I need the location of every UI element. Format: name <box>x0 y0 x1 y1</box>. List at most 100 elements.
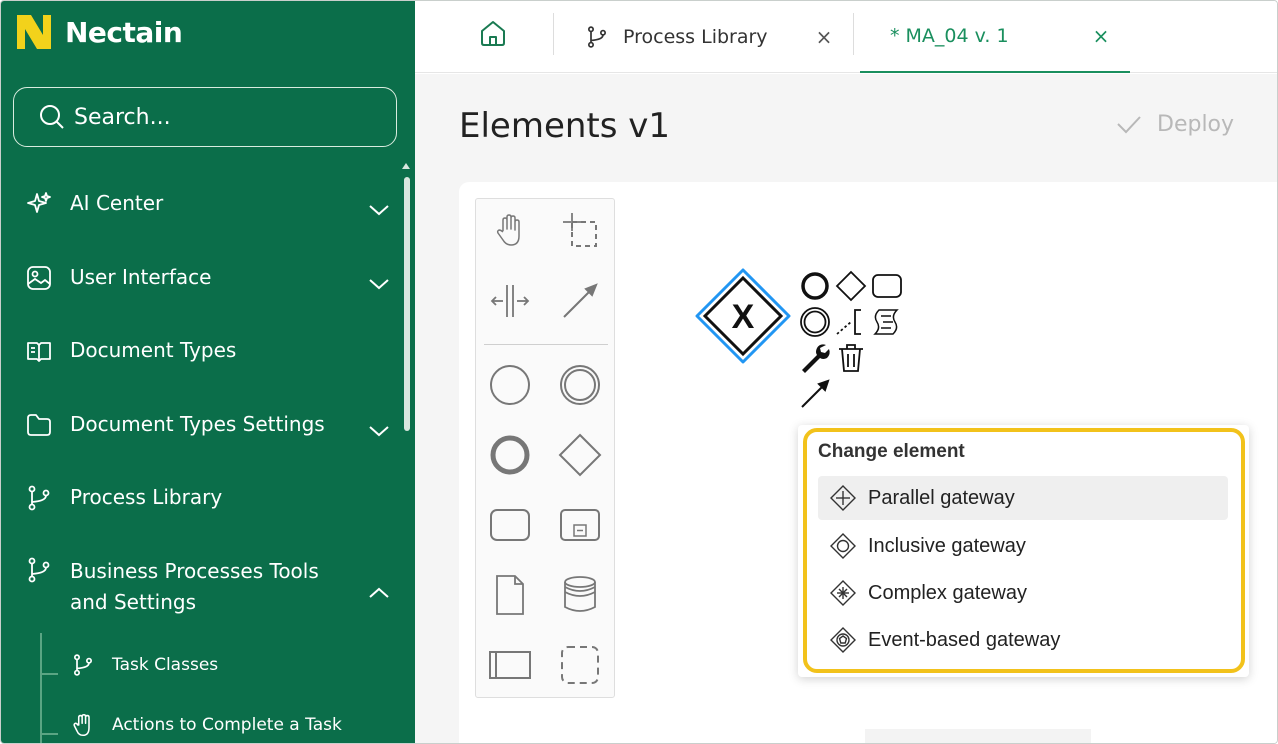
git-branch-icon <box>588 26 606 48</box>
exclusive-gateway[interactable]: X <box>695 268 791 364</box>
pool-icon <box>489 651 531 679</box>
delete-element[interactable] <box>835 342 867 374</box>
sidebar-item-document-types[interactable]: Document Types <box>25 335 395 366</box>
sidebar-item-label: Document Types <box>70 338 237 362</box>
scroll-up-arrow-icon[interactable] <box>402 163 410 169</box>
deploy-button[interactable]: Deploy <box>1115 110 1234 138</box>
sparkle-icon <box>25 190 53 218</box>
option-label: Event-based gateway <box>868 628 1061 651</box>
append-task[interactable] <box>871 270 903 302</box>
checkmark-icon <box>1117 116 1141 134</box>
sidebar-item-label: Process Library <box>70 485 223 509</box>
nectain-logo-icon <box>17 15 51 49</box>
lasso-tool[interactable] <box>558 209 602 253</box>
subprocess-icon <box>560 509 600 541</box>
sidebar-subitem-label: Actions to Complete a Task <box>112 715 342 735</box>
sidebar-item-business-processes[interactable]: Business Processes Tools and Settings <box>25 556 395 618</box>
chevron-down-icon[interactable] <box>367 419 391 443</box>
complex-gateway-icon <box>830 580 856 606</box>
inclusive-gateway-option[interactable]: Inclusive gateway <box>818 524 1228 568</box>
close-icon[interactable]: × <box>1093 24 1110 48</box>
data-object-tool[interactable] <box>488 573 532 617</box>
image-icon <box>25 264 53 292</box>
hand-icon <box>73 713 90 737</box>
event-based-gateway-option[interactable]: Event-based gateway <box>818 618 1228 662</box>
intermediate-event-tool[interactable] <box>558 363 602 407</box>
tree-branch <box>40 673 58 675</box>
change-element-popup: Change element Parallel gateway Inclusiv… <box>798 425 1249 677</box>
parallel-gateway-icon <box>830 485 856 511</box>
data-store-icon <box>564 576 596 612</box>
status-hint <box>865 729 1091 743</box>
sidebar-item-document-types-settings[interactable]: Document Types Settings <box>25 409 395 440</box>
task-icon <box>490 509 530 541</box>
append-gateway[interactable] <box>835 270 867 302</box>
tab-process-library[interactable]: Process Library × <box>585 1 835 73</box>
space-tool-icon <box>490 285 530 317</box>
chevron-up-icon[interactable] <box>367 581 391 605</box>
complex-gateway-option[interactable]: Complex gateway <box>818 571 1228 615</box>
tree-connector <box>40 633 42 743</box>
option-label: Inclusive gateway <box>868 534 1026 557</box>
group-icon <box>561 646 599 684</box>
gateway-icon <box>835 270 867 302</box>
trash-icon <box>839 344 863 372</box>
connect-element[interactable] <box>799 378 831 410</box>
pool-tool[interactable] <box>488 643 532 687</box>
append-end-event[interactable] <box>799 270 831 302</box>
start-event-tool[interactable] <box>488 363 532 407</box>
tab-ma04[interactable]: * MA_04 v. 1 × <box>860 1 1130 73</box>
space-tool[interactable] <box>488 279 532 323</box>
sidebar-subitem-task-classes[interactable]: Task Classes <box>71 653 218 677</box>
sidebar-item-label: User Interface <box>70 265 212 289</box>
search-input[interactable] <box>74 104 374 130</box>
close-icon[interactable]: × <box>816 25 833 49</box>
git-branch-icon <box>25 484 53 512</box>
book-icon <box>25 337 53 365</box>
lasso-tool-icon <box>563 213 597 247</box>
tab-separator <box>553 13 554 55</box>
tree-branch <box>40 733 58 735</box>
logo[interactable]: Nectain <box>17 15 183 49</box>
sidebar-item-ai-center[interactable]: AI Center <box>25 188 395 219</box>
tab-label: Process Library <box>623 26 768 48</box>
event-based-gateway-icon <box>830 627 856 653</box>
parallel-gateway-option[interactable]: Parallel gateway <box>818 476 1228 520</box>
change-to-script[interactable] <box>871 306 903 338</box>
folder-icon <box>25 411 53 439</box>
chevron-down-icon[interactable] <box>367 198 391 222</box>
chevron-down-icon[interactable] <box>367 272 391 296</box>
sidebar-item-process-library[interactable]: Process Library <box>25 482 395 513</box>
subprocess-tool[interactable] <box>558 503 602 547</box>
home-icon[interactable] <box>479 19 507 47</box>
option-label: Complex gateway <box>868 581 1027 604</box>
git-branch-icon <box>25 556 53 584</box>
arrow-icon <box>801 379 830 408</box>
sidebar-scrollbar-thumb[interactable] <box>404 177 410 431</box>
arrow-icon <box>563 283 598 318</box>
group-tool[interactable] <box>558 643 602 687</box>
append-intermediate-event[interactable] <box>799 306 831 338</box>
data-store-tool[interactable] <box>558 573 602 617</box>
deploy-label: Deploy <box>1157 111 1235 137</box>
data-object-icon <box>496 575 524 615</box>
sidebar-item-user-interface[interactable]: User Interface <box>25 262 395 293</box>
end-event-tool[interactable] <box>488 433 532 477</box>
inclusive-gateway-icon <box>830 533 856 559</box>
change-type[interactable] <box>799 342 831 374</box>
append-text-annotation[interactable] <box>835 306 867 338</box>
task-tool[interactable] <box>488 503 532 547</box>
tab-label: * MA_04 v. 1 <box>890 25 1009 47</box>
search-box[interactable] <box>13 87 397 147</box>
brand-name: Nectain <box>65 15 183 49</box>
sidebar-subitem-actions[interactable]: Actions to Complete a Task <box>71 713 342 737</box>
gateway-tool[interactable] <box>558 433 602 477</box>
intermediate-event-icon <box>800 307 830 337</box>
hand-tool[interactable] <box>488 209 532 253</box>
tool-palette <box>475 198 615 698</box>
hand-tool-icon <box>496 214 520 246</box>
sidebar: Nectain AI Center <box>1 1 415 743</box>
connect-tool[interactable] <box>558 279 602 323</box>
intermediate-event-icon <box>560 365 600 405</box>
sidebar-item-label: AI Center <box>70 191 164 215</box>
